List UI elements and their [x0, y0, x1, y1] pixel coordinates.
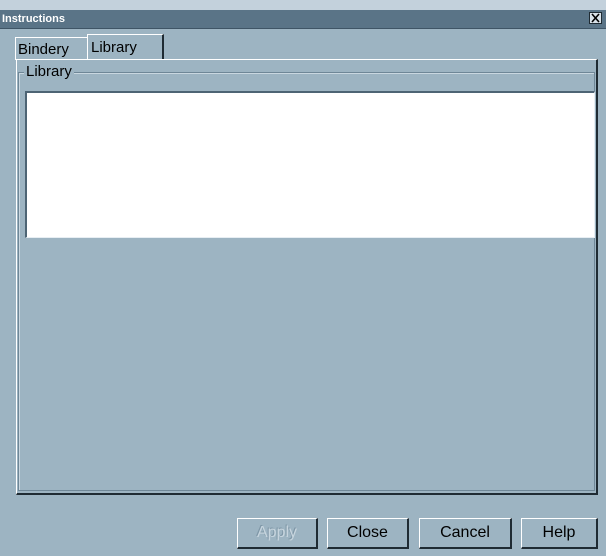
tab-library[interactable]: Library	[87, 34, 164, 59]
tab-bindery-label: Bindery	[18, 41, 69, 58]
help-button[interactable]: Help	[521, 518, 598, 549]
library-list[interactable]	[25, 91, 595, 238]
window-title: Instructions	[2, 13, 65, 25]
close-button[interactable]: Close	[327, 518, 409, 549]
window-close-button[interactable]	[589, 12, 602, 24]
button-bar: Apply Close Cancel Help	[0, 518, 606, 550]
close-icon	[591, 13, 600, 23]
title-bar[interactable]: Instructions	[0, 10, 606, 29]
top-strip	[0, 0, 606, 10]
instructions-dialog: Instructions Bindery Library Library App…	[0, 0, 606, 556]
tab-bindery[interactable]: Bindery	[15, 37, 87, 60]
library-group-label: Library	[24, 63, 74, 81]
apply-button[interactable]: Apply	[237, 518, 318, 549]
cancel-button[interactable]: Cancel	[419, 518, 512, 549]
tab-library-label: Library	[91, 39, 137, 56]
